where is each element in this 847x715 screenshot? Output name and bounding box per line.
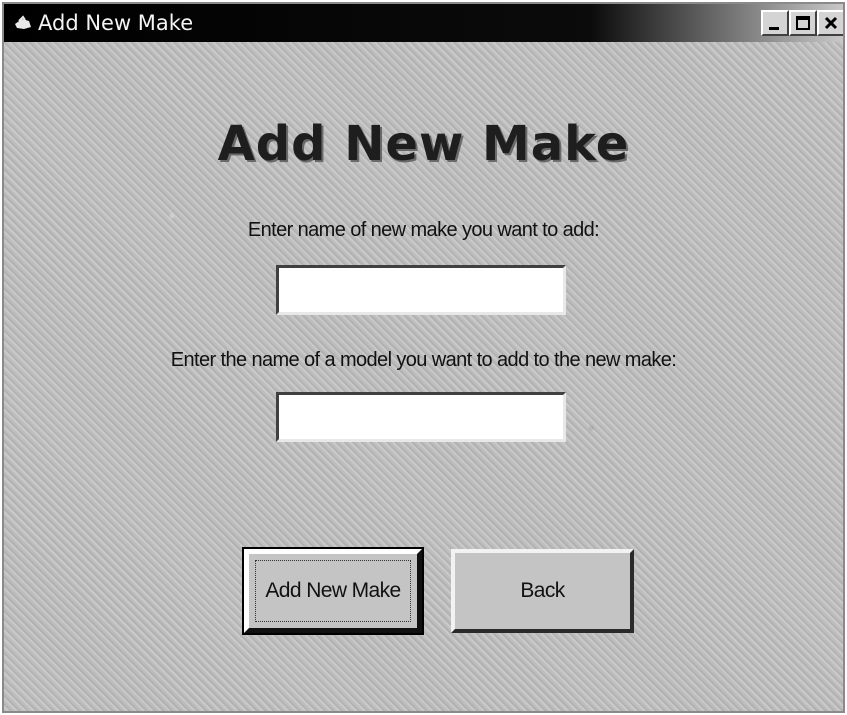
close-icon	[824, 16, 838, 30]
page-heading: Add New Make	[217, 116, 630, 172]
back-button[interactable]: Back	[451, 549, 634, 633]
focus-rectangle	[255, 560, 411, 622]
model-name-label: Enter the name of a model you want to ad…	[170, 349, 677, 371]
model-name-input[interactable]	[276, 392, 566, 442]
add-new-make-window: Add New Make Add New Make Enter name of …	[2, 2, 845, 713]
app-icon[interactable]	[14, 15, 32, 31]
maximize-button[interactable]	[789, 10, 817, 36]
minimize-button[interactable]	[761, 10, 789, 36]
close-button[interactable]	[817, 10, 843, 36]
make-name-label: Enter name of new make you want to add:	[247, 219, 600, 241]
add-new-make-button[interactable]: Add New Make	[244, 549, 422, 633]
minimize-icon	[769, 27, 779, 30]
maximize-icon	[796, 16, 810, 30]
title-bar[interactable]: Add New Make	[4, 4, 843, 42]
back-button-label: Back	[520, 579, 565, 602]
window-title: Add New Make	[38, 11, 194, 35]
make-name-input[interactable]	[276, 265, 566, 315]
